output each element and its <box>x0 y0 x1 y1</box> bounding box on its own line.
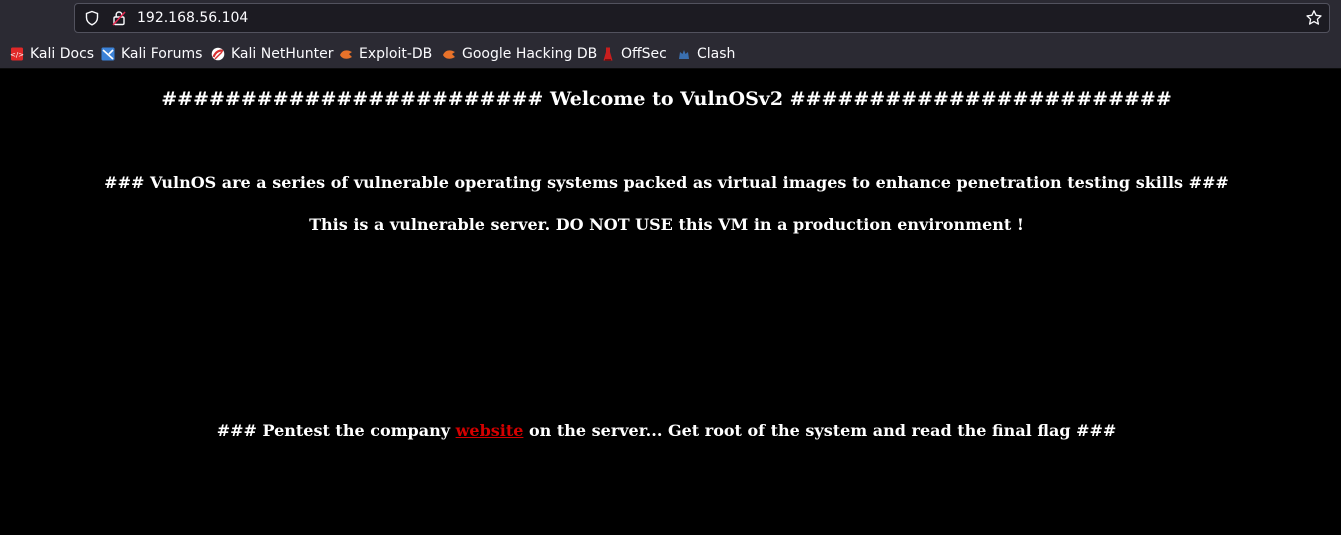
bookmark-kali-docs[interactable]: </> Kali Docs <box>10 45 94 63</box>
kali-forums-icon <box>101 47 115 61</box>
svg-text:</>: </> <box>10 51 24 59</box>
bookmark-google-hacking-db[interactable]: Google Hacking DB <box>442 45 597 63</box>
pentest-prefix: ### Pentest the company <box>216 421 456 440</box>
browser-toolbar: 192.168.56.104 <box>0 0 1341 38</box>
page-content: ######################## Welcome to Vuln… <box>0 69 1341 535</box>
bookmark-clash[interactable]: Clash <box>677 45 735 63</box>
bookmark-exploit-db[interactable]: Exploit-DB <box>339 45 432 63</box>
shield-icon[interactable] <box>84 10 100 26</box>
offsec-icon <box>603 47 613 61</box>
url-text[interactable]: 192.168.56.104 <box>137 10 248 26</box>
page-title: ######################## Welcome to Vuln… <box>161 88 1172 110</box>
clash-icon <box>679 50 689 59</box>
bookmarks-bar: </> Kali Docs Kali Forums Kali NetHunter… <box>0 38 1341 69</box>
ghdb-icon <box>443 50 455 59</box>
bookmark-label: Exploit-DB <box>359 46 433 62</box>
bookmark-kali-forums[interactable]: Kali Forums <box>101 45 202 63</box>
bookmark-label: Kali Docs <box>30 46 95 62</box>
warning-text: This is a vulnerable server. DO NOT USE … <box>309 215 1024 234</box>
bookmark-kali-nethunter[interactable]: Kali NetHunter <box>211 45 333 63</box>
website-link[interactable]: website <box>456 421 524 440</box>
exploit-db-icon <box>340 50 352 59</box>
bookmark-label: Google Hacking DB <box>462 46 598 62</box>
bookmark-label: Kali Forums <box>121 46 203 62</box>
pentest-suffix: on the server... Get root of the system … <box>523 421 1117 440</box>
bookmark-label: OffSec <box>621 46 667 62</box>
bookmark-label: Clash <box>697 46 736 62</box>
star-icon[interactable] <box>1305 9 1323 27</box>
kali-nethunter-icon <box>211 47 225 61</box>
bookmark-offsec[interactable]: OffSec <box>601 45 667 63</box>
address-bar[interactable]: 192.168.56.104 <box>74 3 1330 33</box>
pentest-instructions: ### Pentest the company website on the s… <box>0 421 1333 440</box>
bookmark-label: Kali NetHunter <box>231 46 334 62</box>
insecure-lock-icon[interactable] <box>111 10 127 26</box>
kali-docs-icon: </> <box>10 47 24 61</box>
page-description: ### VulnOS are a series of vulnerable op… <box>104 173 1229 192</box>
